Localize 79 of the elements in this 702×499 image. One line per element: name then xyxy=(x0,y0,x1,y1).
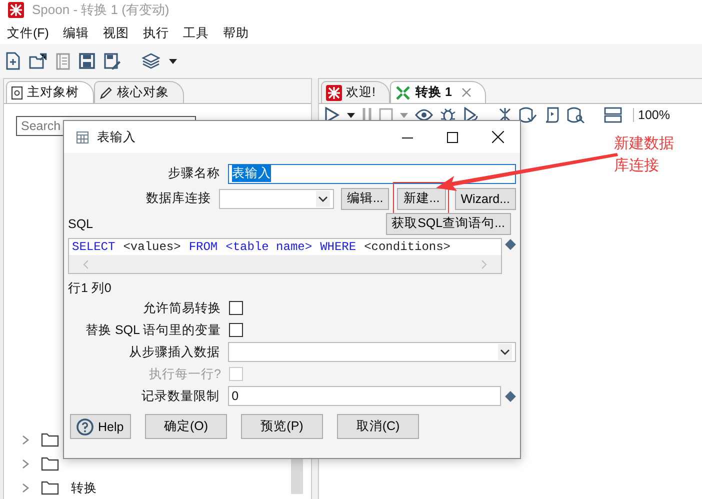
zoom-dropdown[interactable]: 100% xyxy=(633,108,698,122)
sql-token: WHERE xyxy=(320,240,356,254)
connection-button[interactable]: 编辑... xyxy=(340,188,390,210)
panel-tab[interactable]: 核心对象 xyxy=(94,81,184,103)
database-check-icon[interactable] xyxy=(519,107,537,123)
folder-icon xyxy=(41,433,59,447)
menu-item[interactable]: 文件(F) xyxy=(7,24,49,42)
editor-tab[interactable]: 欢迎! xyxy=(321,81,390,103)
field-label: 执行每一行? xyxy=(148,366,222,382)
pencil-icon xyxy=(99,86,113,100)
collapsed-chevron-icon[interactable] xyxy=(22,435,29,445)
field-label: 数据库连接 xyxy=(145,190,212,207)
cursor-position: 行1 列0 xyxy=(68,280,112,297)
menu-item[interactable]: 工具 xyxy=(182,24,209,42)
caret-icon[interactable] xyxy=(347,112,355,118)
layers-icon[interactable] xyxy=(142,53,160,69)
menu-item[interactable]: 执行 xyxy=(142,24,169,42)
sql-token: SELECT xyxy=(72,240,116,254)
connection-button[interactable]: Wizard... xyxy=(454,188,516,210)
script-icon[interactable] xyxy=(544,107,560,123)
dialog-button[interactable]: 确定(O) xyxy=(145,414,227,439)
field-label: 允许简易转换 xyxy=(142,300,222,316)
dialog-title: 表输入 xyxy=(97,128,136,146)
bug-icon[interactable] xyxy=(440,107,456,123)
maximize-icon[interactable] xyxy=(447,132,458,142)
collapsed-chevron-icon[interactable] xyxy=(22,483,29,493)
checkbox[interactable] xyxy=(229,301,243,315)
help-icon xyxy=(76,418,94,436)
sql-token: <values> xyxy=(123,240,181,254)
transform-icon xyxy=(395,84,412,100)
folder-icon xyxy=(41,457,59,471)
table-icon xyxy=(76,130,89,144)
tree-item[interactable]: 转换 xyxy=(71,480,97,496)
chevron-down-icon xyxy=(316,190,330,206)
replay-icon[interactable] xyxy=(463,107,479,123)
field-label: 替换 SQL 语句里的变量 xyxy=(84,322,222,338)
step-name-field[interactable]: 表输入 xyxy=(228,164,516,184)
collapsed-chevron-icon[interactable] xyxy=(22,459,29,469)
save-icon[interactable] xyxy=(79,53,95,69)
save-as-icon[interactable] xyxy=(104,52,121,70)
arrows-icon[interactable] xyxy=(498,107,512,123)
sql-token: <table name> xyxy=(226,240,312,254)
editor-tab[interactable]: 转换 1 xyxy=(390,81,486,103)
app-logo-icon xyxy=(326,84,342,100)
field-label: 步骤名称 xyxy=(166,165,221,182)
connection-button[interactable]: 新建... xyxy=(397,188,446,210)
menu-item[interactable]: 编辑 xyxy=(62,24,89,42)
dialog-button[interactable]: 预览(P) xyxy=(241,414,323,439)
window-title: Spoon - 转换 1 (有变动) xyxy=(32,1,170,19)
field-label: 记录数量限制 xyxy=(140,388,221,404)
sql-token: <conditions> xyxy=(364,240,450,254)
dialog-button[interactable]: 取消(C) xyxy=(337,414,419,439)
limit-field[interactable]: 0 xyxy=(228,386,502,406)
eye-icon[interactable] xyxy=(415,109,433,121)
menu-item[interactable]: 视图 xyxy=(102,24,129,42)
field-label: 从步骤插入数据 xyxy=(128,344,221,360)
help-button[interactable]: Help xyxy=(70,414,131,439)
field-value: 表输入 xyxy=(232,165,271,182)
sql-label: SQL xyxy=(68,216,94,230)
checkbox[interactable] xyxy=(229,323,243,337)
annotation-text: 新建数据库连接 xyxy=(614,134,675,176)
chevron-down-icon xyxy=(498,344,512,360)
variable-icon xyxy=(505,390,516,402)
close-icon[interactable] xyxy=(492,131,504,143)
pause-icon[interactable] xyxy=(362,107,372,123)
caret-icon[interactable] xyxy=(169,58,177,64)
panel-tab[interactable]: 主对象树 xyxy=(6,81,94,103)
new-file-icon[interactable] xyxy=(6,52,20,70)
menu-item[interactable]: 帮助 xyxy=(222,24,249,42)
database-search-icon[interactable] xyxy=(567,107,585,123)
variable-icon xyxy=(505,239,516,250)
play-icon[interactable] xyxy=(324,107,340,123)
sql-token: FROM xyxy=(188,240,218,254)
search-doc-icon xyxy=(11,86,23,100)
get-sql-button[interactable]: 获取SQL查询语句... xyxy=(386,212,511,234)
folder-icon xyxy=(41,481,59,495)
list-icon[interactable] xyxy=(56,52,70,70)
open-folder-icon[interactable] xyxy=(29,53,47,69)
layout-icon[interactable] xyxy=(604,107,622,123)
